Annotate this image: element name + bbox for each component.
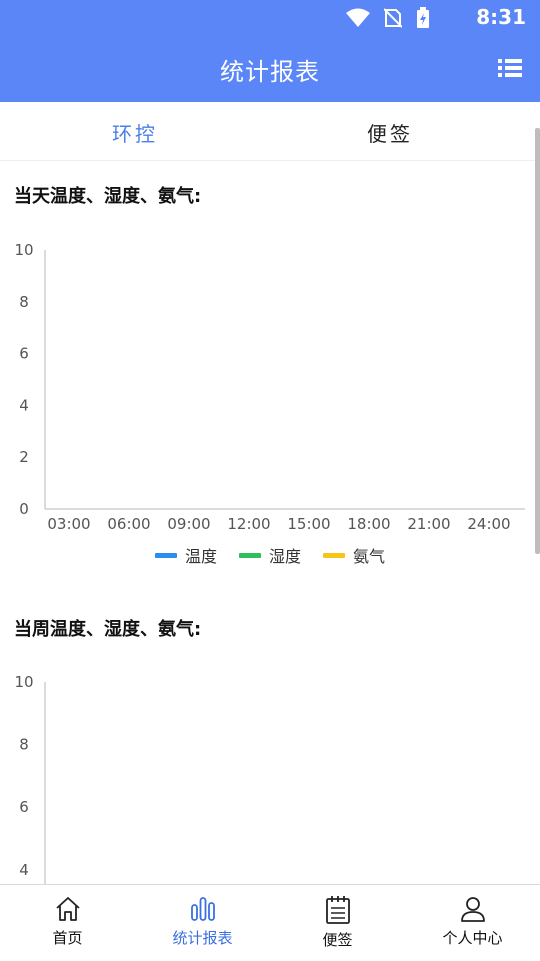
daily-chart: 0 2 4 6 8 10 03:00 06:00 09:00 12:00 15:00 18:00 21:…	[14, 241, 525, 533]
x-tick-label: 18:00	[347, 515, 390, 533]
x-tick-label: 03:00	[47, 515, 90, 533]
y-tick-label: 6	[19, 798, 29, 816]
legend-item-humidity[interactable]: 湿度	[238, 543, 301, 567]
y-tick-label: 8	[19, 293, 29, 311]
x-tick-label: 15:00	[287, 515, 330, 533]
legend-swatch-humidity	[238, 552, 261, 558]
tab-notes[interactable]: 便签	[255, 118, 525, 147]
bar-chart-icon	[190, 897, 215, 921]
tab-bar: 环控 便签	[0, 102, 540, 161]
legend-label-temperature: 温度	[184, 547, 217, 566]
wifi-icon	[346, 8, 370, 27]
status-time: 8:31	[476, 5, 526, 29]
no-sim-icon	[384, 8, 402, 28]
notepad-icon	[325, 896, 350, 924]
status-bar: 8:31	[0, 0, 540, 36]
page-title: 统计报表	[220, 58, 320, 86]
chart-legend: 温度 湿度 氨气	[0, 543, 540, 567]
y-tick-label: 10	[14, 241, 33, 259]
nav-home[interactable]: 首页	[0, 895, 135, 948]
x-tick-label: 24:00	[467, 515, 510, 533]
x-tick-label: 12:00	[227, 515, 270, 533]
y-tick-label: 6	[19, 345, 29, 363]
nav-notes[interactable]: 便签	[270, 895, 405, 950]
y-tick-label: 4	[19, 861, 29, 879]
y-tick-label: 10	[14, 673, 33, 691]
list-menu-icon[interactable]	[498, 58, 522, 78]
nav-profile[interactable]: 个人中心	[405, 895, 540, 948]
legend-label-humidity: 湿度	[268, 547, 301, 566]
legend-swatch-ammonia	[323, 552, 345, 558]
x-tick-label: 09:00	[167, 515, 210, 533]
daily-chart-title: 当天温度、湿度、氨气:	[14, 186, 202, 207]
nav-home-label: 首页	[52, 929, 83, 947]
home-icon	[55, 897, 80, 921]
nav-stats-label: 统计报表	[172, 929, 233, 947]
weekly-chart: 4 6 8 10	[14, 673, 46, 884]
tab-environment-control[interactable]: 环控	[0, 118, 270, 147]
legend-label-ammonia: 氨气	[353, 547, 386, 566]
x-tick-label: 06:00	[107, 515, 150, 533]
user-icon	[460, 897, 485, 922]
weekly-chart-title: 当周温度、湿度、氨气:	[14, 619, 202, 640]
battery-charging-icon	[417, 7, 429, 28]
y-tick-label: 2	[19, 448, 29, 466]
nav-profile-label: 个人中心	[442, 929, 503, 947]
nav-notes-label: 便签	[322, 931, 353, 949]
legend-item-temperature[interactable]: 温度	[154, 543, 217, 567]
app-bar: 统计报表	[0, 36, 540, 102]
bottom-navigation: 首页 统计报表 便签 个人中心	[0, 884, 540, 961]
x-tick-label: 21:00	[407, 515, 450, 533]
y-tick-label: 8	[19, 736, 29, 754]
legend-swatch-temperature	[154, 552, 177, 558]
y-tick-label: 0	[19, 500, 29, 518]
nav-stats[interactable]: 统计报表	[135, 895, 270, 948]
y-tick-label: 4	[19, 396, 29, 414]
legend-item-ammonia[interactable]: 氨气	[323, 543, 385, 567]
